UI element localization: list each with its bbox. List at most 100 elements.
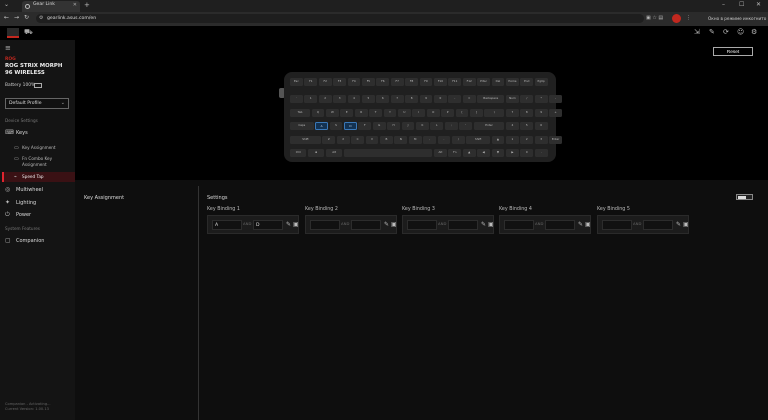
key-row1-11[interactable]: F11	[448, 78, 462, 86]
site-info-icon[interactable]: ⚙	[39, 15, 43, 21]
close-window-icon[interactable]: ✕	[756, 1, 761, 8]
key-row2-5[interactable]: 5	[362, 95, 375, 103]
back-icon[interactable]: ←	[4, 14, 9, 21]
key-row5-4[interactable]: V	[365, 136, 379, 144]
key-row2-6[interactable]: 6	[376, 95, 390, 103]
hamburger-menu-icon[interactable]: ≡	[5, 44, 11, 52]
cart-icon[interactable]: ⛟	[24, 28, 33, 37]
key-row3-11[interactable]: [	[455, 109, 469, 117]
key-row2-7[interactable]: 7	[390, 95, 404, 103]
edit-icon[interactable]: ✎	[286, 221, 291, 228]
key-row1-13[interactable]: Prtsc	[477, 78, 490, 86]
key-row5-7[interactable]: M	[408, 136, 422, 144]
key-row2-2[interactable]: 2	[318, 95, 332, 103]
key-row2-16[interactable]: *	[534, 95, 548, 103]
reload-icon[interactable]: ↻	[24, 14, 29, 21]
binding-3-key-a[interactable]	[407, 220, 437, 230]
key-row5-6[interactable]: N	[394, 136, 408, 144]
key-row1-15[interactable]: Home	[506, 78, 519, 86]
browser-tab[interactable]: Gear Link ✕	[22, 1, 80, 12]
key-row3-7[interactable]: U	[398, 109, 411, 117]
key-row6-5[interactable]: Fn	[448, 149, 462, 157]
sidebar-item-fn-combo[interactable]: ▭ Fn Combo Key Assignment	[14, 156, 70, 170]
key-row4-1[interactable]: A	[315, 122, 328, 130]
sidebar-item-power[interactable]: ⏻ Power	[5, 211, 75, 222]
key-row4-3[interactable]: D	[344, 122, 357, 130]
key-row2-15[interactable]: /	[520, 95, 534, 103]
key-row6-9[interactable]: ▶	[506, 149, 519, 157]
delete-icon[interactable]: ▣	[293, 221, 299, 228]
key-row4-6[interactable]: H	[387, 122, 400, 130]
key-row6-4[interactable]: Alt	[434, 149, 447, 157]
key-row1-2[interactable]: F2	[318, 78, 332, 86]
maximize-icon[interactable]: ☐	[739, 1, 744, 8]
key-row6-3[interactable]	[344, 149, 433, 157]
key-row4-15[interactable]: 6	[534, 122, 548, 130]
key-row1-5[interactable]: F5	[362, 78, 375, 86]
sync-icon[interactable]: ⟳	[723, 28, 729, 36]
user-icon[interactable]: ☺	[737, 28, 744, 36]
binding-4-key-b[interactable]	[545, 220, 575, 230]
key-row2-17[interactable]: -	[549, 95, 562, 103]
key-row1-9[interactable]: F9	[419, 78, 433, 86]
export-icon[interactable]: ⇲	[694, 28, 700, 36]
key-row5-2[interactable]: X	[336, 136, 350, 144]
sidebar-item-lighting[interactable]: ✦ Lighting	[5, 199, 75, 210]
edit-icon[interactable]: ✎	[676, 221, 681, 228]
key-row6-1[interactable]: ⊞	[308, 149, 325, 157]
key-row5-8[interactable]: ,	[423, 136, 436, 144]
key-row4-11[interactable]: '	[459, 122, 472, 130]
minimize-icon[interactable]: –	[722, 1, 725, 8]
address-bar[interactable]	[36, 14, 644, 23]
key-row5-9[interactable]: .	[437, 136, 451, 144]
edit-icon[interactable]: ✎	[481, 221, 486, 228]
key-row2-13[interactable]: Backspace	[477, 95, 505, 103]
delete-icon[interactable]: ▣	[683, 221, 689, 228]
edit-icon[interactable]: ✎	[578, 221, 583, 228]
binding-1-key-b[interactable]: D	[253, 220, 283, 230]
forward-icon[interactable]: →	[14, 14, 19, 21]
binding-3-key-b[interactable]	[448, 220, 478, 230]
key-row3-17[interactable]: +	[549, 109, 562, 117]
key-row1-10[interactable]: F10	[434, 78, 447, 86]
key-row5-14[interactable]: 2	[520, 136, 534, 144]
key-row2-8[interactable]: 8	[405, 95, 418, 103]
reset-button[interactable]: Reset	[713, 47, 753, 56]
key-row3-15[interactable]: 8	[520, 109, 534, 117]
tab-close-icon[interactable]: ✕	[73, 2, 77, 8]
binding-1-key-a[interactable]: A	[212, 220, 242, 230]
binding-5-key-b[interactable]	[643, 220, 673, 230]
key-row4-7[interactable]: J	[401, 122, 415, 130]
key-row4-14[interactable]: 5	[520, 122, 534, 130]
key-row5-15[interactable]: 3	[534, 136, 548, 144]
key-row5-3[interactable]: C	[351, 136, 364, 144]
key-row1-14[interactable]: Del	[491, 78, 505, 86]
key-row3-10[interactable]: P	[441, 109, 454, 117]
key-row1-1[interactable]: F1	[304, 78, 318, 86]
key-row3-2[interactable]: W	[326, 109, 339, 117]
binding-2-key-a[interactable]	[310, 220, 340, 230]
new-tab-icon[interactable]: +	[84, 1, 90, 9]
binding-4-key-a[interactable]	[504, 220, 534, 230]
key-row3-13[interactable]: \	[484, 109, 505, 117]
binding-2-key-b[interactable]	[351, 220, 381, 230]
key-row3-3[interactable]: E	[340, 109, 354, 117]
key-row6-10[interactable]: 0	[520, 149, 534, 157]
key-row5-13[interactable]: 1	[506, 136, 519, 144]
key-row4-10[interactable]: ;	[444, 122, 458, 130]
sidebar-item-companion[interactable]: ▢ Companion	[5, 237, 75, 248]
key-row5-0[interactable]: Shift	[290, 136, 321, 144]
tab-search-icon[interactable]: ⌄	[4, 1, 9, 8]
key-row4-9[interactable]: L	[430, 122, 444, 130]
extensions-icon[interactable]: ⋮	[686, 15, 691, 21]
key-row4-2[interactable]: S	[329, 122, 343, 130]
key-row5-12[interactable]: ▲	[491, 136, 505, 144]
key-row1-12[interactable]: F12	[462, 78, 476, 86]
key-row4-13[interactable]: 4	[506, 122, 519, 130]
key-row1-4[interactable]: F4	[347, 78, 361, 86]
key-row6-11[interactable]: .	[534, 149, 548, 157]
edit-icon[interactable]: ✎	[384, 221, 389, 228]
key-row3-6[interactable]: Y	[383, 109, 397, 117]
sidebar-item-multiwheel[interactable]: ◎ Multiwheel	[5, 186, 75, 197]
key-row3-1[interactable]: Q	[311, 109, 325, 117]
